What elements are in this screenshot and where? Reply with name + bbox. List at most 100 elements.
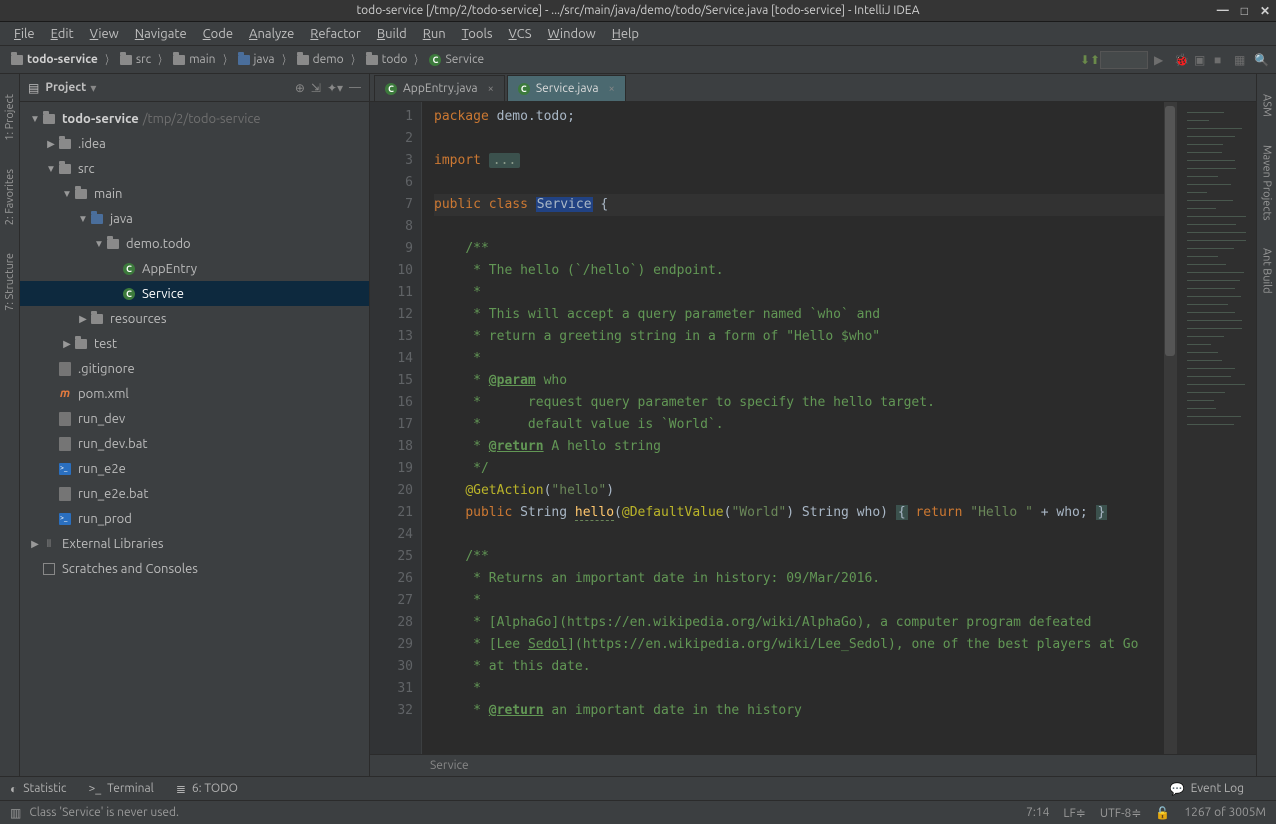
build-icon[interactable]: ⬇⬆ xyxy=(1080,53,1094,67)
rail----structure[interactable]: 7: Structure xyxy=(2,249,18,315)
tree-item-run-e2e[interactable]: run_e2e xyxy=(20,456,369,481)
crumb-main[interactable]: main xyxy=(170,53,218,66)
project-tool-icon[interactable]: ▤ xyxy=(28,81,39,95)
search-icon[interactable]: 🔍 xyxy=(1254,53,1268,67)
rail-ant-build[interactable]: Ant Build xyxy=(1259,244,1275,298)
class-icon: C xyxy=(123,288,135,300)
run-config-dropdown[interactable] xyxy=(1100,51,1148,69)
tree-item-todo-service[interactable]: ▼todo-service/tmp/2/todo-service xyxy=(20,106,369,131)
file-encoding[interactable]: UTF-8≑ xyxy=(1100,806,1142,820)
tree-twisty-icon[interactable]: ▼ xyxy=(44,163,58,175)
bottom-toolbar: ◐Statistic >_Terminal ≣6: TODO 💬Event Log xyxy=(0,776,1276,800)
crumb-src[interactable]: src xyxy=(117,53,154,66)
tree-item-run-e2e-bat[interactable]: run_e2e.bat xyxy=(20,481,369,506)
menu-view[interactable]: View xyxy=(82,25,127,43)
project-tree[interactable]: ▼todo-service/tmp/2/todo-service▶.idea▼s… xyxy=(20,102,369,776)
tree-item-java[interactable]: ▼java xyxy=(20,206,369,231)
tree-item-src[interactable]: ▼src xyxy=(20,156,369,181)
class-icon: C xyxy=(429,54,441,66)
event-log[interactable]: 💬Event Log xyxy=(1170,782,1244,796)
tree-item-scratches-and-consoles[interactable]: Scratches and Consoles xyxy=(20,556,369,581)
menu-build[interactable]: Build xyxy=(369,25,415,43)
tree-item-demo-todo[interactable]: ▼demo.todo xyxy=(20,231,369,256)
titlebar: todo-service [/tmp/2/todo-service] - ...… xyxy=(0,0,1276,22)
rail----favorites[interactable]: 2: Favorites xyxy=(2,165,18,229)
tree-twisty-icon[interactable]: ▶ xyxy=(44,138,58,150)
crumb-service[interactable]: CService xyxy=(426,53,487,66)
rail-asm[interactable]: ASM xyxy=(1259,90,1275,121)
readonly-lock-icon[interactable]: 🔓 xyxy=(1155,806,1170,820)
close-tab-icon[interactable]: × xyxy=(609,83,615,95)
tab-appentry-java[interactable]: CAppEntry.java× xyxy=(374,75,505,101)
crumb-todo[interactable]: todo xyxy=(363,53,411,66)
line-separator[interactable]: LF≑ xyxy=(1063,806,1085,820)
tree-twisty-icon[interactable]: ▶ xyxy=(76,313,90,325)
tab-service-java[interactable]: CService.java× xyxy=(507,75,626,101)
tree-item-run-prod[interactable]: run_prod xyxy=(20,506,369,531)
stop-icon[interactable]: ■ xyxy=(1214,53,1228,67)
close-icon[interactable]: ✕ xyxy=(1260,4,1270,18)
menu-run[interactable]: Run xyxy=(415,25,454,43)
tool-icon: ◐ xyxy=(10,782,17,796)
menu-navigate[interactable]: Navigate xyxy=(127,25,195,43)
caret-position[interactable]: 7:14 xyxy=(1026,806,1049,819)
tree-item-resources[interactable]: ▶resources xyxy=(20,306,369,331)
minimize-icon[interactable]: — xyxy=(1217,4,1229,18)
event-log-icon: 💬 xyxy=(1170,782,1185,796)
memory-indicator[interactable]: 1267 of 3005M xyxy=(1184,806,1266,819)
tree-item-appentry[interactable]: CAppEntry xyxy=(20,256,369,281)
tree-twisty-icon[interactable]: ▼ xyxy=(76,213,90,225)
tree-twisty-icon[interactable]: ▶ xyxy=(28,538,42,550)
code-editor[interactable]: package demo.todo;import ...public class… xyxy=(422,102,1164,754)
tree-twisty-icon[interactable]: ▼ xyxy=(92,238,106,250)
tree-item--idea[interactable]: ▶.idea xyxy=(20,131,369,156)
maximize-icon[interactable]: □ xyxy=(1241,4,1248,18)
tool-statistic[interactable]: ◐Statistic xyxy=(10,782,66,796)
tree-twisty-icon[interactable]: ▼ xyxy=(28,113,42,125)
minimap[interactable] xyxy=(1176,102,1256,754)
menu-edit[interactable]: Edit xyxy=(43,25,82,43)
debug-icon[interactable]: 🐞 xyxy=(1174,53,1188,67)
coverage-icon[interactable]: ▣ xyxy=(1194,53,1208,67)
crumb-todo-service[interactable]: todo-service xyxy=(8,53,101,66)
editor-breadcrumb-item[interactable]: Service xyxy=(430,759,469,772)
menu-window[interactable]: Window xyxy=(540,25,604,43)
crumb-demo[interactable]: demo xyxy=(294,53,347,66)
layout-icon[interactable]: ▦ xyxy=(1234,53,1248,67)
menu-help[interactable]: Help xyxy=(604,25,647,43)
editor-breadcrumb[interactable]: Service xyxy=(370,754,1256,776)
run-icon[interactable]: ▶ xyxy=(1154,53,1168,67)
collapse-icon[interactable]: ⇲ xyxy=(311,81,321,95)
tree-item--gitignore[interactable]: .gitignore xyxy=(20,356,369,381)
tool-terminal[interactable]: >_Terminal xyxy=(88,782,153,795)
menu-refactor[interactable]: Refactor xyxy=(302,25,369,43)
tree-item-test[interactable]: ▶test xyxy=(20,331,369,356)
tool----todo[interactable]: ≣6: TODO xyxy=(176,782,238,796)
dropdown-icon[interactable]: ▾ xyxy=(90,81,96,95)
close-tab-icon[interactable]: × xyxy=(488,83,494,95)
tree-twisty-icon[interactable]: ▼ xyxy=(60,188,74,200)
tree-item-service[interactable]: CService xyxy=(20,281,369,306)
menu-analyze[interactable]: Analyze xyxy=(241,25,302,43)
crumb-java[interactable]: java xyxy=(235,53,278,66)
rail----project[interactable]: 1: Project xyxy=(2,90,18,145)
menu-file[interactable]: File xyxy=(6,25,43,43)
editor-scrollbar[interactable] xyxy=(1164,102,1176,754)
menu-code[interactable]: Code xyxy=(195,25,241,43)
hide-icon[interactable]: — xyxy=(349,81,361,94)
tree-item-run-dev-bat[interactable]: run_dev.bat xyxy=(20,431,369,456)
editor-tabs: CAppEntry.java×CService.java× xyxy=(370,74,1256,102)
tree-item-pom-xml[interactable]: mpom.xml xyxy=(20,381,369,406)
workspace: 1: Project2: Favorites7: Structure ▤ Pro… xyxy=(0,74,1276,776)
menu-vcs[interactable]: VCS xyxy=(501,25,540,43)
settings-icon[interactable]: ✦▾ xyxy=(327,81,343,95)
tree-item-external-libraries[interactable]: ▶⫴External Libraries xyxy=(20,531,369,556)
tree-twisty-icon[interactable]: ▶ xyxy=(60,338,74,350)
menu-tools[interactable]: Tools xyxy=(454,25,501,43)
script-icon xyxy=(59,463,71,475)
rail-maven-projects[interactable]: Maven Projects xyxy=(1259,141,1275,225)
inspection-icon[interactable]: ▥ xyxy=(10,806,21,820)
locate-icon[interactable]: ⊕ xyxy=(295,81,305,95)
tree-item-run-dev[interactable]: run_dev xyxy=(20,406,369,431)
tree-item-main[interactable]: ▼main xyxy=(20,181,369,206)
